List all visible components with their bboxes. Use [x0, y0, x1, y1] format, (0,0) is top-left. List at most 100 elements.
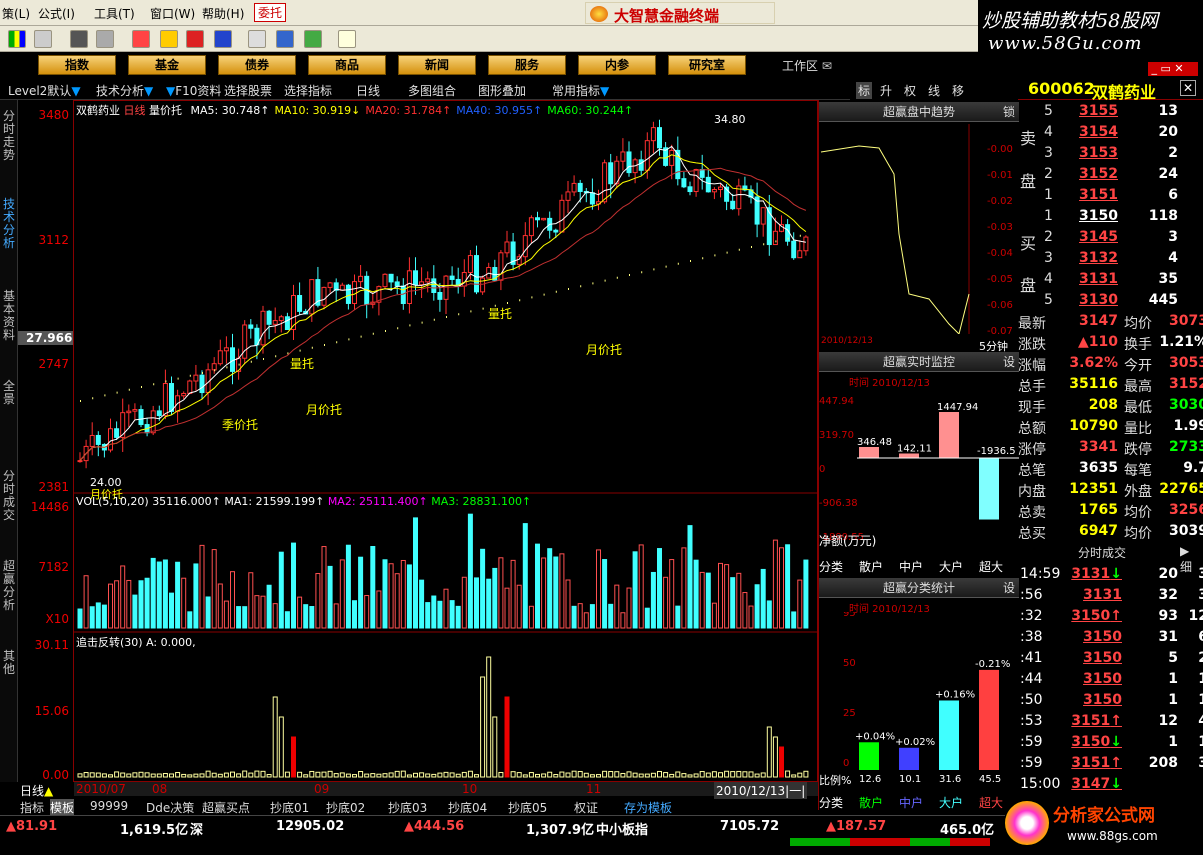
candle: [699, 168, 705, 178]
diamond-icon[interactable]: [160, 30, 178, 48]
volume-bar: [236, 606, 242, 629]
strip-trades[interactable]: 分时成交: [2, 470, 16, 522]
tab-biao[interactable]: 标: [856, 82, 873, 99]
section-daily[interactable]: 日线: [356, 82, 380, 99]
trade-row: :593150↓11: [1020, 734, 1203, 750]
chart-area[interactable]: 双鹤药业 日线 量价托 MA5: 30.748↑ MA10: 30.919↓ MA2…: [73, 100, 818, 782]
menu-tools[interactable]: 工具(T): [94, 5, 135, 22]
tab-bottom03[interactable]: 抄底03: [388, 799, 427, 816]
bid-label: 买: [1020, 234, 1037, 253]
tab-yi[interactable]: 移: [952, 82, 964, 99]
nav-research[interactable]: 研究室: [668, 55, 746, 75]
binoculars-icon[interactable]: [70, 30, 88, 48]
section-common[interactable]: 常用指标▼: [552, 82, 609, 99]
menu-window[interactable]: 窗口(W): [150, 5, 195, 22]
tab-save-template[interactable]: 存为模板: [624, 799, 672, 816]
tab-buypoint[interactable]: 超赢买点: [202, 799, 250, 816]
tab-warrant[interactable]: 权证: [574, 799, 598, 816]
indicator-bar: [236, 773, 242, 778]
close-icon[interactable]: ✕: [1180, 80, 1196, 96]
indicator-bar: [108, 774, 113, 778]
strip-timeshare[interactable]: 分时走势: [2, 110, 16, 162]
strip-other[interactable]: 其他: [2, 650, 16, 676]
bars-icon[interactable]: [304, 30, 322, 48]
help-cursor-icon[interactable]: [338, 30, 356, 48]
indicator-bar: [632, 772, 638, 778]
volume-bar: [345, 544, 351, 629]
section-f10[interactable]: ▼F10资料: [166, 82, 221, 99]
classstat-settings[interactable]: 设: [1003, 578, 1015, 598]
tab-daily[interactable]: 日线▲: [20, 782, 53, 799]
menu-formula[interactable]: 公式(I): [38, 5, 75, 22]
alert-icon[interactable]: [132, 30, 150, 48]
dollar-icon[interactable]: [214, 30, 232, 48]
volume-bar: [406, 564, 412, 629]
section-select-stock[interactable]: 选择股票: [224, 82, 272, 99]
chart-icon[interactable]: [186, 30, 204, 48]
tab-bottom05[interactable]: 抄底05: [508, 799, 547, 816]
search-icon[interactable]: [96, 30, 114, 48]
indicator-bar: [510, 771, 516, 778]
flag-icon[interactable]: [8, 30, 26, 48]
tab-bottom04[interactable]: 抄底04: [448, 799, 487, 816]
section-overlay[interactable]: 图形叠加: [478, 82, 526, 99]
strip-panorama[interactable]: 全景: [2, 380, 16, 406]
lock-button[interactable]: 锁: [1003, 102, 1015, 122]
window-icon[interactable]: [276, 30, 294, 48]
trade-row: :593151↑2083: [1020, 755, 1203, 771]
tab-bottom01[interactable]: 抄底01: [270, 799, 309, 816]
strip-tech[interactable]: 技术分析: [2, 198, 16, 250]
menu-help[interactable]: 帮助(H): [202, 5, 244, 22]
ask-label: 盘: [1020, 172, 1037, 191]
nav-service[interactable]: 服务: [488, 55, 566, 75]
indicator-bar: [596, 774, 601, 778]
section-select-ind[interactable]: 选择指标: [284, 82, 332, 99]
trend-pct-label: -0.03: [987, 222, 1013, 233]
tab-sheng[interactable]: 升: [880, 82, 892, 99]
volume-bar: [492, 567, 498, 629]
nav-index[interactable]: 指数: [38, 55, 116, 75]
section-tech[interactable]: 技术分析▼: [96, 82, 153, 99]
section-level2[interactable]: Level2默认▼: [8, 82, 81, 99]
tab-quan[interactable]: 权: [904, 82, 916, 99]
strip-basic[interactable]: 基本资料: [2, 290, 16, 342]
nav-fund[interactable]: 基金: [128, 55, 206, 75]
strip-super[interactable]: 超赢分析: [2, 560, 16, 612]
menu-trade[interactable]: 委托: [254, 3, 287, 22]
nav-news[interactable]: 新闻: [398, 55, 476, 75]
grid-icon[interactable]: [34, 30, 52, 48]
indicator-bar: [89, 772, 95, 778]
indicator-bar: [577, 770, 583, 778]
window-controls[interactable]: _ ▭ ✕: [1148, 62, 1198, 76]
indicator-bar: [779, 746, 784, 778]
monitor-settings[interactable]: 设: [1003, 352, 1015, 372]
candle: [797, 250, 803, 259]
tab-xian[interactable]: 线: [928, 82, 940, 99]
ind-header: 追击反转(30) A: 0.000,: [76, 636, 196, 649]
kline-header: 双鹤药业 日线 量价托 MA5: 30.748↑ MA10: 30.919↓ MA2…: [76, 104, 634, 117]
tab-indicator[interactable]: 指标: [20, 799, 44, 816]
candle: [413, 270, 418, 286]
volume-bar: [309, 606, 315, 629]
section-multi[interactable]: 多图组合: [408, 82, 456, 99]
monitor-date: 时间 2010/12/13: [849, 378, 930, 389]
tab-template[interactable]: 模板: [50, 799, 75, 816]
menu-strategy[interactable]: 策(L): [2, 5, 30, 22]
nav-bond[interactable]: 债券: [218, 55, 296, 75]
indicator-bar: [669, 773, 675, 778]
nav-commodity[interactable]: 商品: [308, 55, 386, 75]
mail-icon[interactable]: ✉: [822, 59, 832, 73]
kline-svg[interactable]: [74, 101, 817, 781]
notepad-icon[interactable]: [248, 30, 266, 48]
tab-99999[interactable]: 99999: [90, 799, 128, 813]
indicator-bar: [480, 676, 486, 778]
indicator-bar: [394, 770, 400, 778]
workarea-label[interactable]: 工作区 ✉: [782, 57, 832, 74]
nav-internal[interactable]: 内参: [578, 55, 656, 75]
indicator-bar: [230, 771, 235, 778]
volume-bar: [388, 563, 394, 629]
ytick-ind: 30.11: [34, 638, 69, 652]
monitor-unit: 净额(万元): [819, 534, 877, 548]
tab-bottom02[interactable]: 抄底02: [326, 799, 365, 816]
tab-dde[interactable]: Dde决策: [146, 799, 194, 816]
